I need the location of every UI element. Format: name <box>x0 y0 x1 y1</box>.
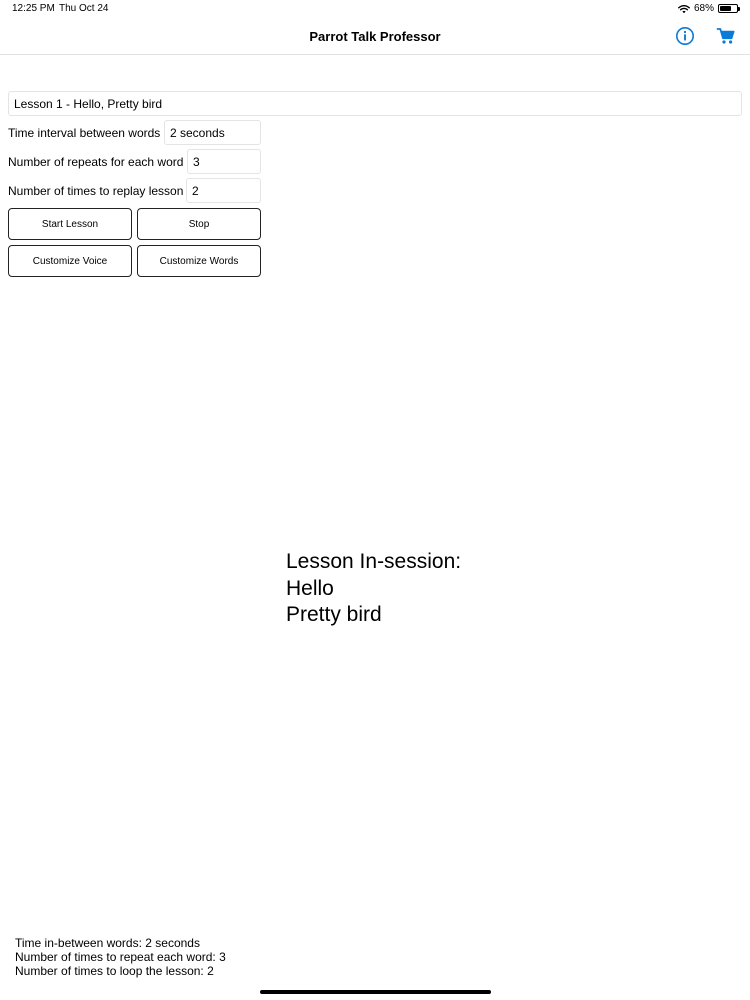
settings-summary: Time in-between words: 2 seconds Number … <box>15 936 226 978</box>
session-display: Lesson In-session: Hello Pretty bird <box>286 549 461 629</box>
lesson-selector[interactable]: Lesson 1 - Hello, Pretty bird <box>8 91 742 116</box>
battery-fill <box>720 6 731 11</box>
status-bar: 12:25 PM Thu Oct 24 68% <box>0 0 750 18</box>
wifi-icon <box>678 4 690 13</box>
start-lesson-button[interactable]: Start Lesson <box>8 208 132 240</box>
session-word: Pretty bird <box>286 603 382 626</box>
replay-label: Number of times to replay lesson <box>8 184 184 198</box>
session-heading: Lesson In-session: <box>286 550 462 573</box>
page-title: Parrot Talk Professor <box>309 29 441 44</box>
replay-input[interactable]: 2 <box>186 178 261 203</box>
battery-percent: 68% <box>693 3 714 14</box>
customize-voice-button[interactable]: Customize Voice <box>8 245 132 277</box>
info-icon[interactable] <box>675 26 695 46</box>
cart-icon[interactable] <box>716 26 736 46</box>
repeats-label: Number of repeats for each word <box>8 155 184 169</box>
status-time: 12:25 PM <box>12 3 55 14</box>
summary-loops: Number of times to loop the lesson: 2 <box>15 964 214 978</box>
battery-icon <box>718 4 740 13</box>
summary-interval: Time in-between words: 2 seconds <box>15 936 200 950</box>
repeats-input[interactable]: 3 <box>187 149 261 174</box>
interval-input[interactable]: 2 seconds <box>164 120 261 145</box>
session-word: Hello <box>286 576 334 600</box>
summary-repeats: Number of times to repeat each word: 3 <box>15 950 226 964</box>
status-indicators: 68% <box>678 3 740 14</box>
stop-button[interactable]: Stop <box>137 208 261 240</box>
home-indicator[interactable] <box>260 990 491 994</box>
status-date: Thu Oct 24 <box>59 3 109 14</box>
interval-label: Time interval between words <box>8 126 161 140</box>
customize-words-button[interactable]: Customize Words <box>137 245 261 277</box>
nav-bar: Parrot Talk Professor <box>0 18 750 55</box>
